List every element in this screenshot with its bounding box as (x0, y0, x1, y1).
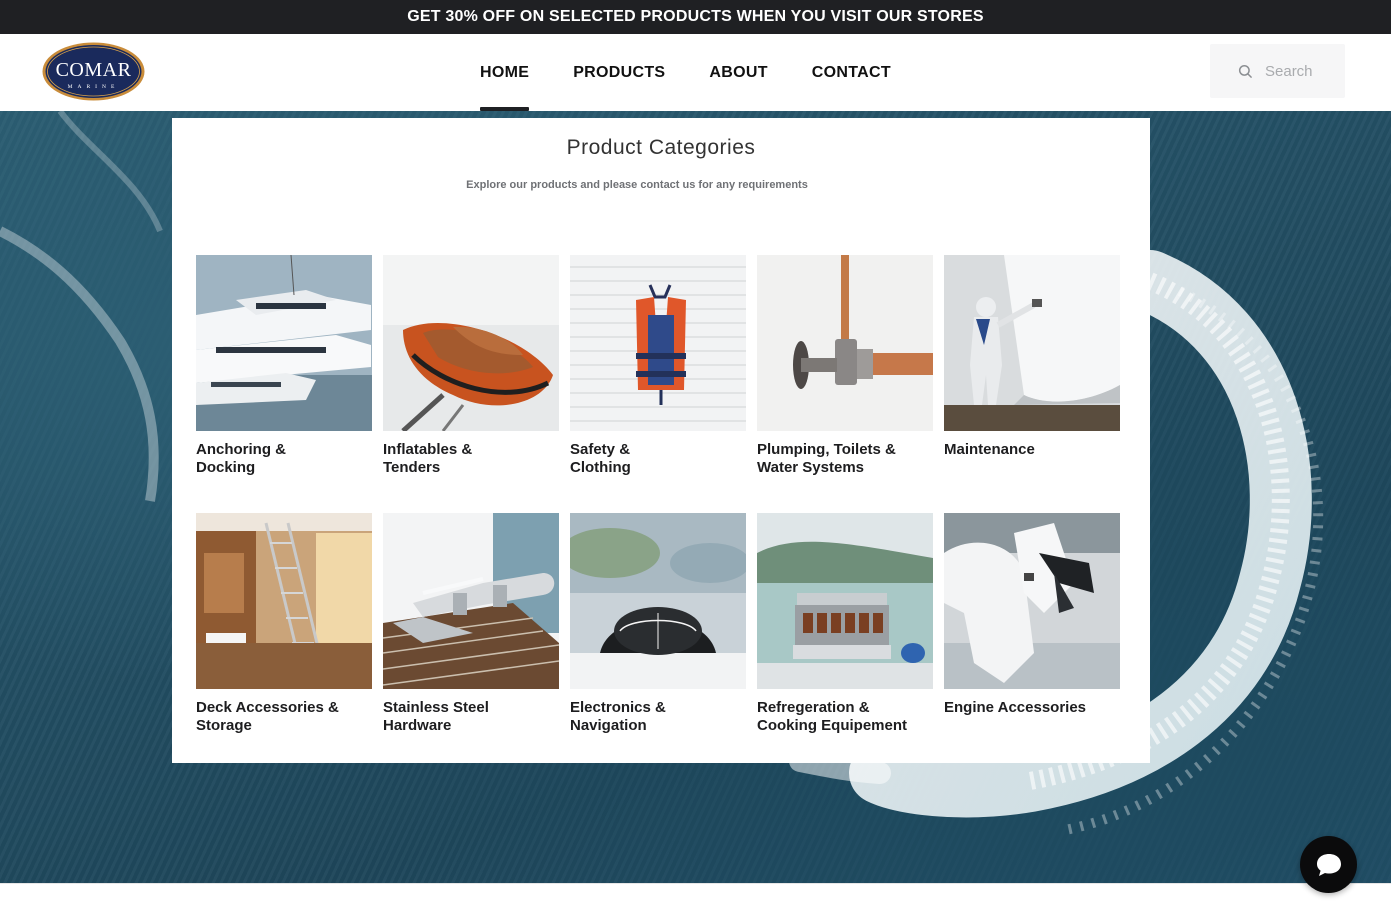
outboard-engine-image[interactable] (944, 513, 1120, 689)
site-header: COMAR MARINE HOME PRODUCTS ABOUT CONTACT (0, 34, 1391, 111)
category-label: Deck Accessories & Storage (196, 699, 339, 734)
nav-home[interactable]: HOME (458, 34, 551, 111)
category-label: Safety & Clothing (570, 441, 631, 476)
nav-products[interactable]: PRODUCTS (551, 34, 687, 111)
search-icon[interactable] (1238, 64, 1253, 79)
compass-image[interactable] (570, 513, 746, 689)
category-label: Inflatables & Tenders (383, 441, 473, 476)
yacht-deck-ladder-image[interactable] (196, 513, 372, 689)
category-card-anchoring-docking[interactable]: Anchoring & Docking (196, 255, 372, 477)
category-label: Engine Accessories (944, 699, 1087, 716)
promo-banner: GET 30% OFF ON SELECTED PRODUCTS WHEN YO… (0, 0, 1391, 34)
chat-bubble-icon (1316, 853, 1341, 876)
nav-products-label: PRODUCTS (573, 63, 666, 81)
category-card-maintenance[interactable]: Maintenance (944, 255, 1120, 459)
category-label: Refregeration & Cooking Equipement (757, 699, 907, 734)
main-nav: HOME PRODUCTS ABOUT CONTACT (458, 34, 913, 111)
category-card-refrigeration-cooking[interactable]: Refregeration & Cooking Equipement (757, 513, 933, 735)
category-card-plumbing-water[interactable]: Plumping, Toilets & Water Systems (757, 255, 933, 477)
nav-contact[interactable]: CONTACT (790, 34, 913, 111)
hull-painting-image[interactable] (944, 255, 1120, 431)
category-label: Anchoring & Docking (196, 441, 286, 476)
category-card-deck-accessories[interactable]: Deck Accessories & Storage (196, 513, 372, 735)
page-title: Product Categories (566, 136, 756, 159)
page-subtitle: Explore our products and please contact … (466, 179, 808, 191)
footer-strip (0, 883, 1391, 905)
logo-subtext: MARINE (68, 84, 120, 90)
orange-inflatable-boat-image[interactable] (383, 255, 559, 431)
boat-grill-image[interactable] (757, 513, 933, 689)
category-label: Maintenance (944, 441, 1035, 458)
category-card-safety-clothing[interactable]: Safety & Clothing (570, 255, 746, 477)
nav-contact-label: CONTACT (811, 63, 891, 81)
search-input[interactable] (1265, 62, 1335, 80)
search-box[interactable] (1210, 44, 1345, 98)
product-categories-panel: Product Categories Explore our products … (172, 118, 1150, 763)
category-card-electronics-navigation[interactable]: Electronics & Navigation (570, 513, 746, 735)
nav-about[interactable]: ABOUT (687, 34, 789, 111)
category-card-stainless-steel[interactable]: Stainless Steel Hardware (383, 513, 559, 735)
category-card-engine-accessories[interactable]: Engine Accessories (944, 513, 1120, 717)
life-jacket-image[interactable] (570, 255, 746, 431)
category-label: Plumping, Toilets & Water Systems (757, 441, 896, 476)
steel-cleat-image[interactable] (383, 513, 559, 689)
chat-button[interactable] (1300, 836, 1357, 893)
category-card-inflatables-tenders[interactable]: Inflatables & Tenders (383, 255, 559, 477)
category-label: Electronics & Navigation (570, 699, 666, 734)
yachts-marina-image[interactable] (196, 255, 372, 431)
copper-valve-image[interactable] (757, 255, 933, 431)
nav-home-label: HOME (480, 63, 530, 81)
nav-about-label: ABOUT (709, 63, 768, 81)
promo-text: GET 30% OFF ON SELECTED PRODUCTS WHEN YO… (407, 8, 984, 25)
logo-wordmark: COMAR (56, 59, 132, 81)
comar-marine-logo[interactable]: COMAR MARINE (41, 41, 146, 102)
category-label: Stainless Steel Hardware (383, 699, 489, 734)
